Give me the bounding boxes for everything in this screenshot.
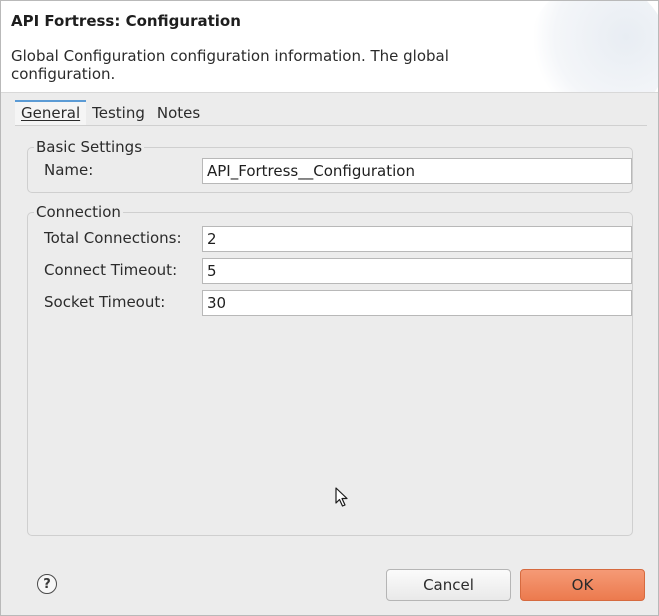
socket-timeout-field[interactable] [202, 290, 632, 316]
tab-testing[interactable]: Testing [86, 104, 151, 125]
cancel-button[interactable]: Cancel [386, 569, 511, 601]
ok-button[interactable]: OK [520, 569, 645, 601]
connection-legend: Connection [34, 203, 123, 221]
help-icon[interactable]: ? [37, 574, 57, 594]
tab-notes[interactable]: Notes [151, 104, 206, 125]
total-connections-label: Total Connections: [44, 229, 182, 247]
total-connections-row: Total Connections: [44, 226, 634, 252]
connect-timeout-label: Connect Timeout: [44, 261, 178, 279]
basic-settings-group: Basic Settings Name: [27, 139, 634, 193]
connect-timeout-row: Connect Timeout: [44, 258, 634, 284]
tab-general[interactable]: General [15, 100, 87, 125]
total-connections-field[interactable] [202, 226, 632, 252]
dialog-header: API Fortress: Configuration Global Confi… [1, 1, 658, 93]
socket-timeout-label: Socket Timeout: [44, 293, 166, 311]
mouse-pointer-icon [335, 487, 348, 507]
name-label: Name: [44, 161, 94, 179]
connect-timeout-field[interactable] [202, 258, 632, 284]
socket-timeout-row: Socket Timeout: [44, 290, 634, 316]
general-tab-panel: Basic Settings Name: Connection Total Co… [15, 125, 647, 548]
tab-bar: General Testing Notes [15, 99, 206, 125]
dialog-title: API Fortress: Configuration [11, 12, 241, 30]
name-row: Name: [44, 158, 634, 184]
dialog-description: Global Configuration configuration infor… [11, 47, 449, 83]
configuration-dialog: API Fortress: Configuration Global Confi… [0, 0, 659, 616]
name-field[interactable] [202, 158, 632, 184]
header-decoration [528, 1, 658, 92]
basic-settings-legend: Basic Settings [34, 138, 145, 156]
connection-group: Connection Total Connections: Connect Ti… [27, 204, 634, 536]
